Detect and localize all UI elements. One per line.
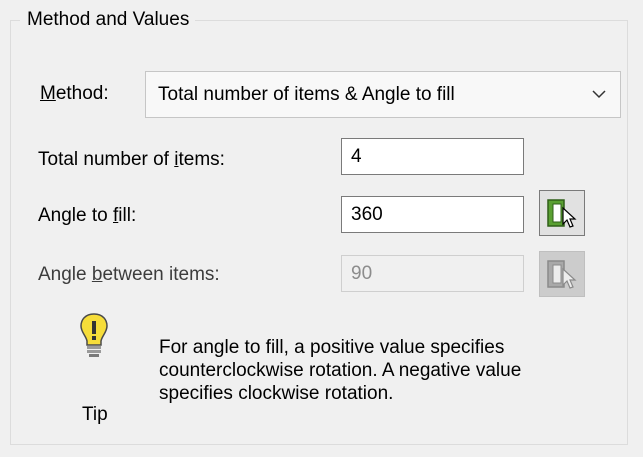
- method-combobox[interactable]: Total number of items & Angle to fill: [145, 71, 621, 118]
- total-items-input[interactable]: 4: [341, 138, 524, 175]
- chevron-down-icon[interactable]: [588, 83, 610, 105]
- method-selected-value: Total number of items & Angle to fill: [158, 84, 455, 105]
- total-items-value: 4: [351, 146, 362, 167]
- method-label: Method:: [40, 83, 109, 105]
- angle-between-input[interactable]: 90: [341, 255, 524, 292]
- tip-label: Tip: [82, 404, 108, 425]
- pick-angle-between-button[interactable]: [539, 251, 585, 297]
- tip-text: For angle to fill, a positive value spec…: [159, 336, 599, 405]
- angle-to-fill-input[interactable]: 360: [341, 196, 524, 233]
- pick-angle-to-fill-button[interactable]: [539, 190, 585, 236]
- angle-to-fill-label: Angle to fill:: [38, 205, 136, 227]
- pick-angle-icon: [547, 199, 577, 228]
- pick-angle-icon: [547, 260, 577, 289]
- angle-to-fill-label-rest: ill:: [118, 205, 137, 226]
- angle-between-label-rest: etween items:: [102, 264, 220, 285]
- angle-to-fill-label-prefix: Angle to: [38, 205, 113, 226]
- tip-text-line: For angle to fill, a positive value spec…: [159, 337, 505, 358]
- tip-text-line: counterclockwise rotation. A negative va…: [159, 360, 522, 381]
- angle-to-fill-value: 360: [351, 204, 383, 225]
- angle-between-label: Angle between items:: [38, 264, 220, 286]
- total-items-label: Total number of items:: [38, 149, 225, 171]
- angle-between-label-mnemonic: b: [91, 264, 103, 285]
- tip-text-line: specifies clockwise rotation.: [159, 383, 394, 404]
- method-label-mnemonic: M: [40, 83, 56, 104]
- angle-between-value: 90: [351, 263, 373, 284]
- angle-between-label-prefix: Angle: [38, 264, 92, 285]
- total-items-label-rest: tems:: [178, 149, 225, 170]
- method-label-rest: ethod:: [55, 83, 109, 104]
- total-items-label-prefix: Total number of: [38, 149, 175, 170]
- lightbulb-icon: [80, 313, 108, 357]
- groupbox-title: Method and Values: [20, 9, 196, 31]
